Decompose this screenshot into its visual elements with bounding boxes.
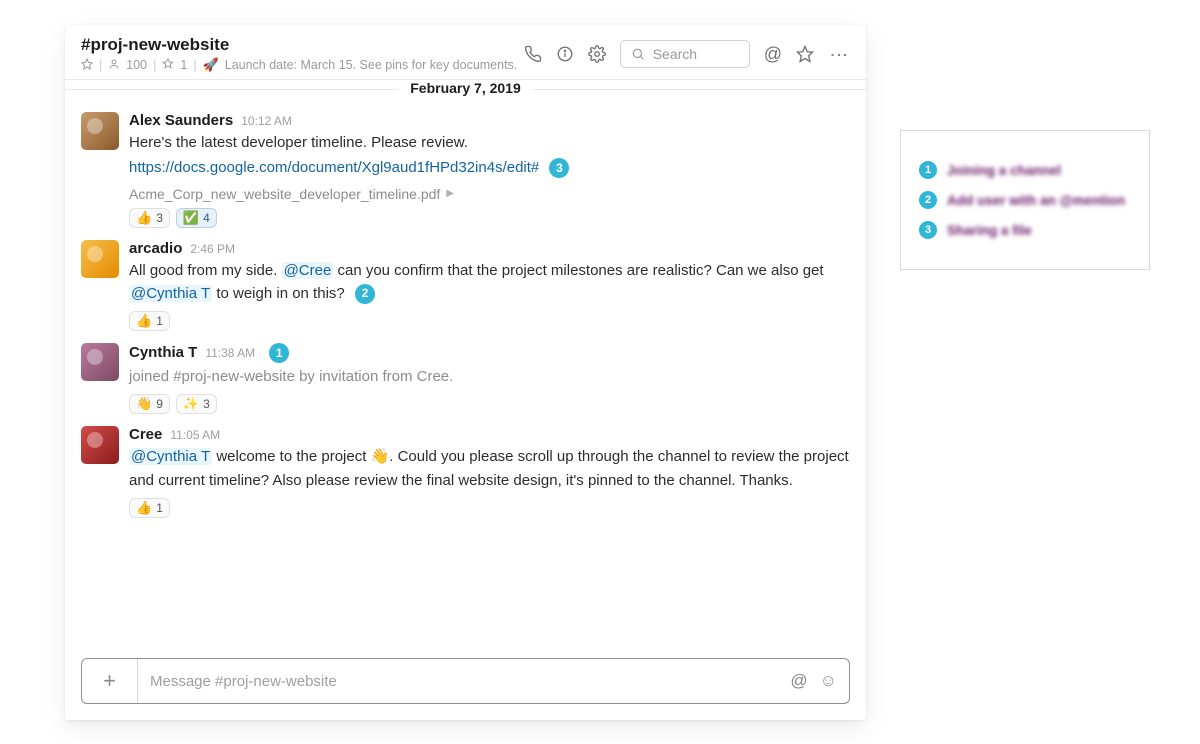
legend-item: 2 Add user with an @mention (919, 191, 1131, 209)
channel-meta: | 100 | 1 | 🚀 Launch date: March 15. See… (81, 57, 524, 73)
legend-label: Joining a channel (947, 163, 1061, 178)
search-input[interactable]: Search (620, 40, 750, 68)
date-divider: February 7, 2019 (65, 80, 866, 98)
settings-icon[interactable] (588, 45, 606, 63)
message-time: 10:12 AM (241, 114, 292, 128)
pins-count[interactable]: 1 (180, 58, 187, 72)
reaction[interactable]: 👍1 (129, 498, 170, 518)
call-icon[interactable] (524, 45, 542, 63)
message-author[interactable]: arcadio (129, 240, 182, 257)
legend-badge: 1 (919, 161, 937, 179)
reaction[interactable]: 👍1 (129, 311, 170, 331)
attachment-name: Acme_Corp_new_website_developer_timeline… (129, 186, 440, 202)
message: Cynthia T 11:38 AM 1 joined #proj-new-we… (81, 335, 850, 418)
message-link[interactable]: https://docs.google.com/document/Xgl9aud… (129, 159, 539, 176)
reaction[interactable]: ✨3 (176, 394, 217, 414)
rocket-icon: 🚀 (203, 57, 219, 73)
info-icon[interactable] (556, 45, 574, 63)
mention[interactable]: @Cree (282, 262, 334, 279)
message-author[interactable]: Alex Saunders (129, 112, 233, 129)
attach-button[interactable]: + (82, 659, 138, 703)
legend-item: 1 Joining a channel (919, 161, 1131, 179)
channel-header: #proj-new-website | 100 | 1 | (65, 25, 866, 80)
star-icon[interactable] (796, 45, 814, 63)
message-time: 11:05 AM (170, 428, 220, 442)
legend-badge: 2 (919, 191, 937, 209)
message-list: Alex Saunders 10:12 AM Here's the latest… (65, 104, 866, 658)
sparkles-icon: ✨ (183, 396, 199, 412)
message-time: 2:46 PM (190, 242, 235, 256)
mention[interactable]: @Cynthia T (129, 285, 212, 302)
legend-label: Sharing a file (947, 223, 1032, 238)
legend-panel: 1 Joining a channel 2 Add user with an @… (900, 130, 1150, 270)
avatar[interactable] (81, 112, 119, 150)
more-icon[interactable]: ⋮ (828, 46, 850, 63)
message: Alex Saunders 10:12 AM Here's the latest… (81, 104, 850, 232)
date-divider-label: February 7, 2019 (398, 80, 533, 96)
annotation-badge-3: 3 (549, 158, 569, 178)
message-author[interactable]: Cree (129, 426, 162, 443)
composer-placeholder[interactable]: Message #proj-new-website (138, 673, 790, 690)
avatar[interactable] (81, 426, 119, 464)
star-channel-icon[interactable] (81, 58, 93, 73)
avatar[interactable] (81, 343, 119, 381)
wave-icon: 👋 (136, 396, 152, 412)
members-count[interactable]: 100 (126, 58, 147, 72)
thumbs-up-icon: 👍 (136, 313, 152, 329)
annotation-badge-1: 1 (269, 343, 289, 363)
slack-channel-window: #proj-new-website | 100 | 1 | (65, 25, 866, 720)
message-text: All good from my side. @Cree can you con… (129, 259, 850, 306)
avatar[interactable] (81, 240, 119, 278)
expand-icon[interactable]: ▶ (446, 188, 454, 199)
message-text: @Cynthia T welcome to the project 👋. Cou… (129, 445, 850, 492)
mention[interactable]: @Cynthia T (129, 448, 212, 465)
members-icon[interactable] (108, 58, 120, 73)
mentions-icon[interactable]: @ (764, 44, 782, 65)
thumbs-up-icon: 👍 (136, 210, 152, 226)
reaction[interactable]: 👋9 (129, 394, 170, 414)
reaction[interactable]: ✅4 (176, 208, 217, 228)
pin-icon[interactable] (162, 58, 174, 73)
channel-topic[interactable]: Launch date: March 15. See pins for key … (225, 58, 518, 72)
file-attachment[interactable]: Acme_Corp_new_website_developer_timeline… (129, 186, 850, 202)
message-time: 11:38 AM (205, 346, 255, 360)
search-placeholder: Search (653, 46, 697, 62)
thumbs-up-icon: 👍 (136, 500, 152, 516)
check-icon: ✅ (183, 210, 199, 226)
annotation-badge-2: 2 (355, 284, 375, 304)
legend-label: Add user with an @mention (947, 193, 1125, 208)
emoji-icon[interactable]: ☺ (820, 671, 837, 691)
reaction[interactable]: 👍3 (129, 208, 170, 228)
mention-icon[interactable]: @ (790, 671, 807, 691)
channel-name[interactable]: #proj-new-website (81, 35, 524, 55)
legend-item: 3 Sharing a file (919, 221, 1131, 239)
message-author[interactable]: Cynthia T (129, 344, 197, 361)
message-composer[interactable]: + Message #proj-new-website @ ☺ (81, 658, 850, 704)
wave-icon: 👋 (371, 448, 390, 465)
join-event-text: joined #proj-new-website by invitation f… (129, 365, 850, 388)
legend-badge: 3 (919, 221, 937, 239)
message: arcadio 2:46 PM All good from my side. @… (81, 232, 850, 336)
message-text: Here's the latest developer timeline. Pl… (129, 131, 850, 154)
message: Cree 11:05 AM @Cynthia T welcome to the … (81, 418, 850, 522)
